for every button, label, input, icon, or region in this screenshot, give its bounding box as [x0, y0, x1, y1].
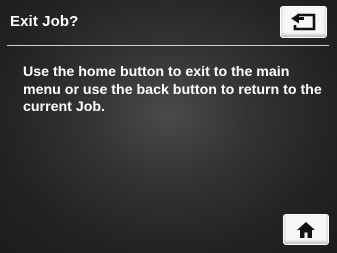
back-arrow-icon — [289, 12, 319, 32]
header-divider — [7, 45, 329, 46]
exit-job-message: Use the home button to exit to the main … — [23, 64, 322, 115]
back-button[interactable] — [280, 6, 327, 38]
home-icon — [296, 221, 316, 239]
header-bar: Exit Job? — [0, 0, 337, 47]
page-title: Exit Job? — [10, 13, 79, 30]
exit-job-dialog: Exit Job? Use the home button to exit to… — [0, 0, 337, 253]
home-button[interactable] — [283, 214, 329, 245]
